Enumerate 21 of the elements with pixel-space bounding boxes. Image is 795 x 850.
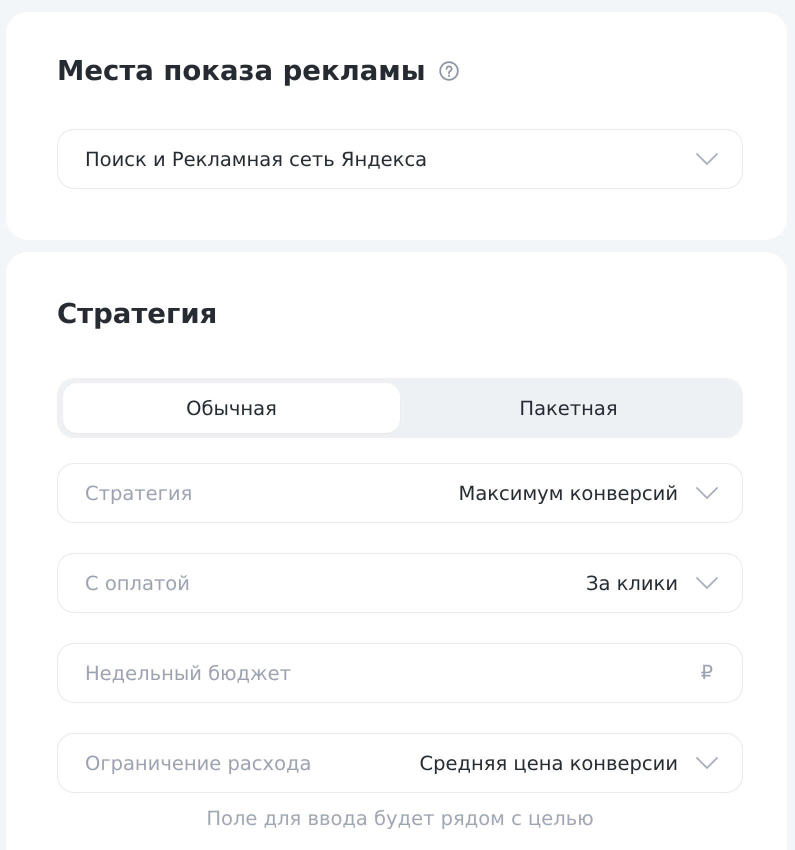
chevron-down-icon bbox=[696, 487, 718, 499]
field-label: Ограничение расхода bbox=[85, 752, 312, 774]
select-value: Средняя цена конверсии bbox=[420, 752, 678, 774]
select-field[interactable]: Ограничение расхода Средняя цена конверсии bbox=[57, 733, 743, 793]
select-value: Максимум конверсий bbox=[458, 482, 678, 504]
section-title: Стратегия bbox=[57, 297, 218, 331]
select-value: За клики bbox=[586, 572, 678, 594]
field-label: С оплатой bbox=[85, 572, 190, 594]
select-field[interactable]: Стратегия Максимум конверсий bbox=[57, 463, 743, 523]
chevron-down-icon bbox=[696, 153, 718, 165]
hint-text: Поле для ввода будет рядом с целью bbox=[206, 807, 594, 831]
section-title: Места показа рекламы bbox=[57, 54, 426, 88]
tab[interactable]: Пакетная bbox=[400, 383, 737, 433]
chevron-down-icon bbox=[696, 757, 718, 769]
select-field[interactable]: С оплатой За клики bbox=[57, 553, 743, 613]
help-icon[interactable] bbox=[438, 61, 459, 81]
field-label: Стратегия bbox=[85, 482, 192, 504]
currency-symbol: ₽ bbox=[700, 661, 713, 685]
chevron-down-icon bbox=[696, 577, 718, 589]
tab[interactable]: Обычная bbox=[63, 383, 400, 433]
dropdown[interactable]: Поиск и Рекламная сеть Яндекса bbox=[57, 129, 743, 189]
